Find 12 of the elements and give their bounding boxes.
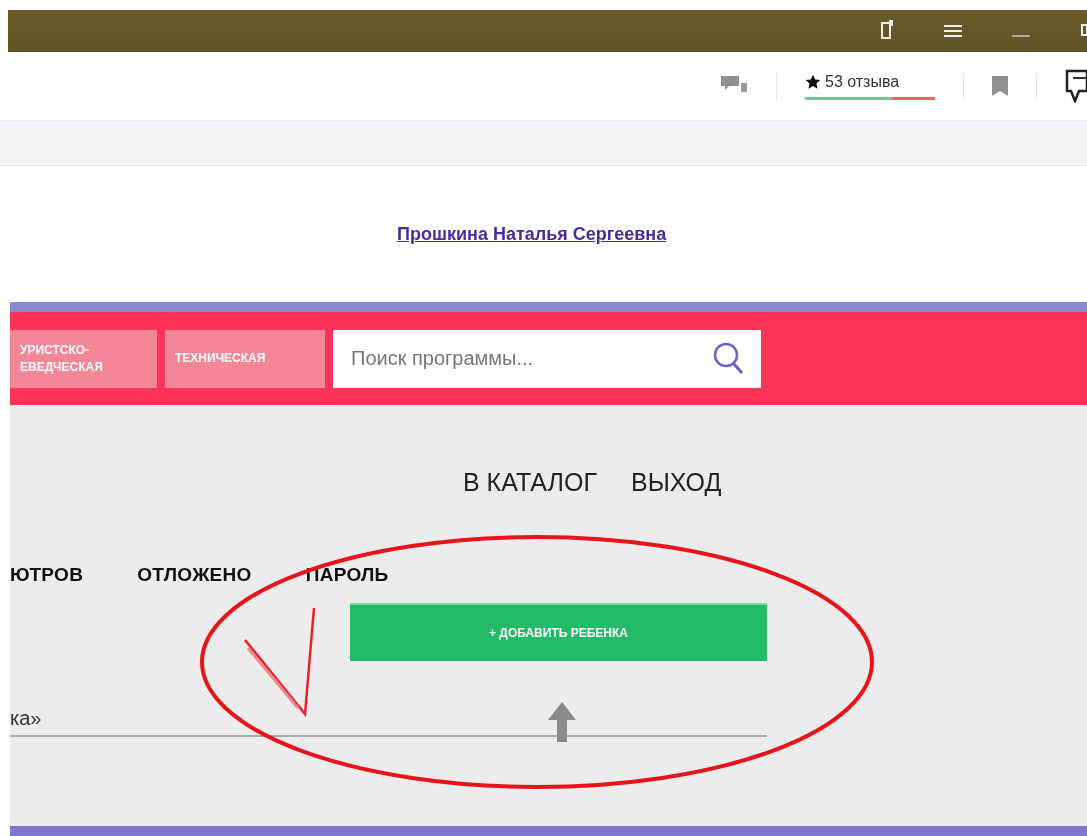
nav-link[interactable]: В КАТАЛОГ [463,468,597,497]
tab[interactable]: ЮТРОВ [10,564,84,586]
bookmark-icon[interactable] [992,76,1008,96]
reviews-link[interactable]: 53 отзыва [805,72,935,100]
nav-link[interactable]: ВЫХОД [630,468,722,497]
search-box[interactable]: Поиск программы... [333,329,761,388]
menu-icon[interactable] [944,24,962,38]
star-icon [805,73,821,90]
tab[interactable]: ОТЛОЖЕНО [137,564,252,586]
window-icon[interactable] [880,20,894,42]
search-icon[interactable] [713,341,745,376]
profile-name-link[interactable]: Прошкина Наталья Сергеевна [397,223,667,245]
